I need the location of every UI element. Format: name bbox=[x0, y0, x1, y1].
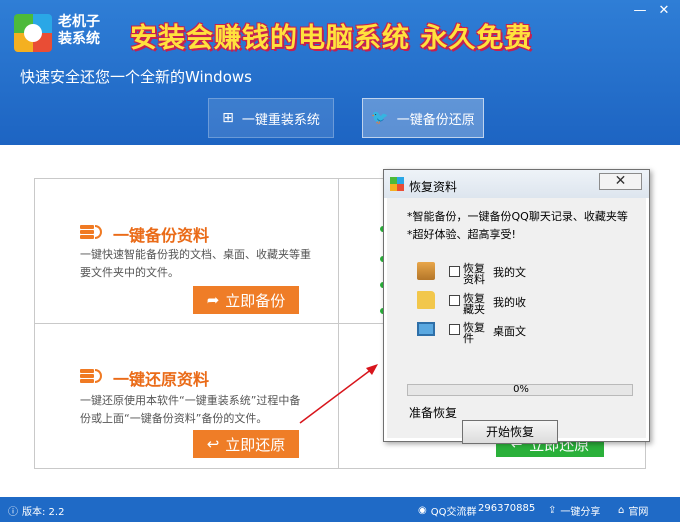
qq-group-label: QQ交流群 bbox=[430, 507, 477, 518]
restore-desktop-checkbox[interactable] bbox=[449, 324, 460, 335]
row-label: 恢复资料 bbox=[463, 262, 485, 286]
main-window: 老机子 装系统 安装会赚钱的电脑系统 永久免费 — ✕ 快速安全还您一个全新的W… bbox=[0, 0, 680, 522]
dialog-titlebar: 恢复资料 ✕ bbox=[384, 170, 649, 198]
dialog-title: 恢复资料 bbox=[409, 180, 458, 194]
version-info: ⓘ 版本: 2.2 bbox=[8, 503, 64, 518]
dialog-body: *智能备份，一键备份QQ聊天记录、收藏夹等 *超好体验、超高享受! 恢复资料 我… bbox=[387, 198, 646, 444]
qq-icon: ◉ bbox=[418, 505, 427, 516]
home-icon: ⌂ bbox=[618, 505, 625, 516]
restore-favorites-checkbox[interactable] bbox=[449, 295, 460, 306]
info-icon: ⓘ bbox=[8, 507, 18, 518]
restore-documents-checkbox[interactable] bbox=[449, 266, 460, 277]
contacts-icon bbox=[417, 262, 435, 280]
folder-icon bbox=[417, 291, 435, 309]
start-restore-button[interactable]: 开始恢复 bbox=[462, 420, 558, 444]
progress-text: 0% bbox=[513, 384, 529, 395]
qq-number: 296370885 bbox=[478, 503, 536, 514]
share-label: 一键分享 bbox=[560, 507, 601, 518]
desktop-icon bbox=[417, 322, 435, 336]
dialog-app-icon bbox=[390, 177, 404, 191]
restore-dialog: 恢复资料 ✕ *智能备份，一键备份QQ聊天记录、收藏夹等 *超好体验、超高享受!… bbox=[383, 169, 650, 444]
share-link[interactable]: ⇪ 一键分享 bbox=[548, 503, 600, 518]
status-text: 准备恢复 bbox=[409, 406, 458, 420]
row-target: 桌面文 bbox=[493, 325, 526, 338]
version-text: 版本: 2.2 bbox=[22, 507, 65, 518]
row-label: 恢复件 bbox=[463, 321, 485, 345]
share-icon: ⇪ bbox=[548, 505, 557, 516]
qq-group-link[interactable]: ◉ QQ交流群 bbox=[418, 503, 476, 518]
website-label: 官网 bbox=[628, 507, 649, 518]
dialog-info-line2: *超好体验、超高享受! bbox=[407, 228, 516, 241]
progress-bar: 0% bbox=[407, 384, 633, 396]
row-target: 我的文 bbox=[493, 266, 526, 279]
row-target: 我的收 bbox=[493, 296, 526, 309]
website-link[interactable]: ⌂ 官网 bbox=[618, 503, 648, 518]
status-footer: ⓘ 版本: 2.2 ◉ QQ交流群 296370885 ⇪ 一键分享 ⌂ 官网 bbox=[0, 497, 680, 522]
dialog-info-line1: *智能备份，一键备份QQ聊天记录、收藏夹等 bbox=[407, 210, 628, 223]
row-label: 恢复藏夹 bbox=[463, 292, 485, 316]
dialog-close-button[interactable]: ✕ bbox=[599, 173, 642, 190]
